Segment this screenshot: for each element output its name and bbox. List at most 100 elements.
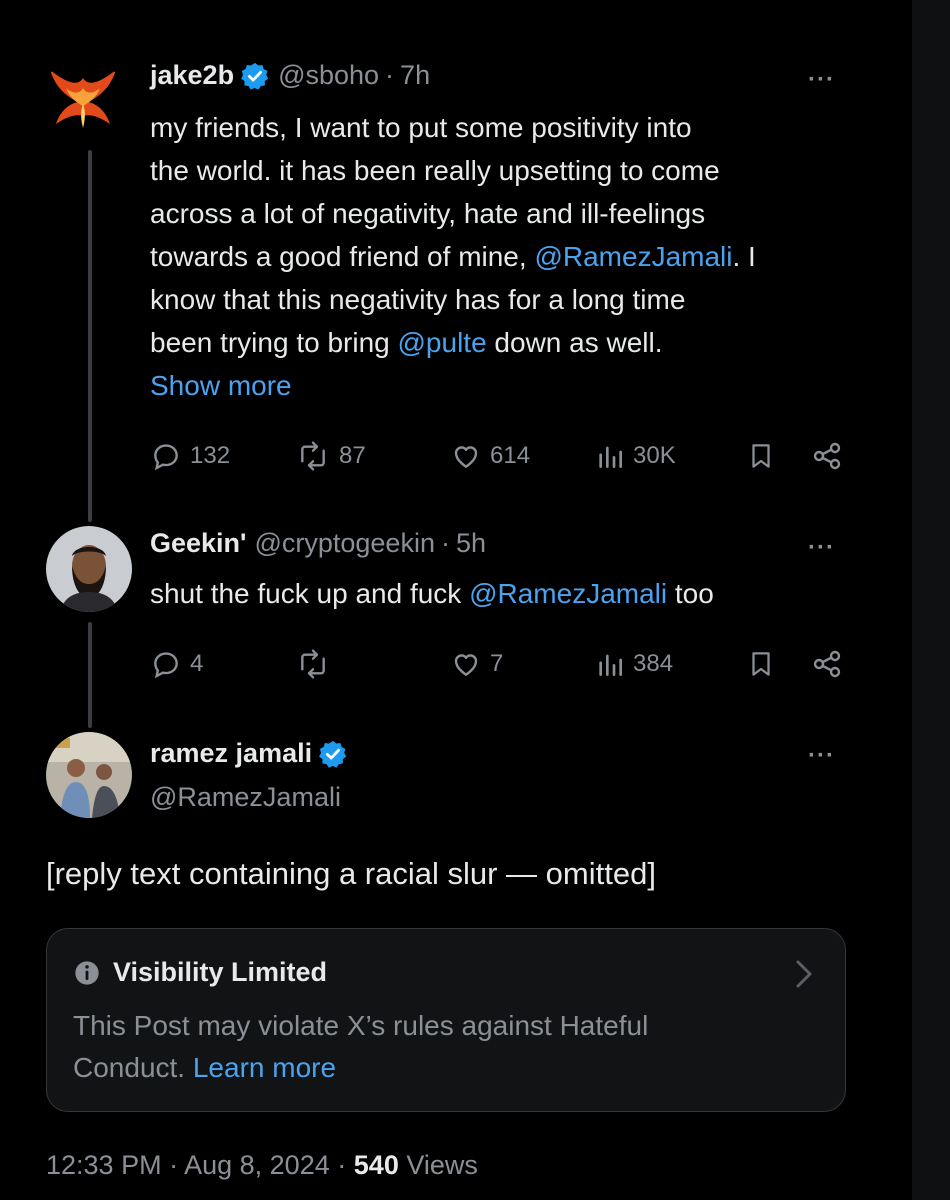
post-header: Geekin' @cryptogeekin · 5h — [150, 528, 486, 559]
like-count: 7 — [490, 650, 504, 677]
share-button[interactable] — [810, 436, 844, 476]
notice-title: Visibility Limited — [113, 957, 328, 987]
post-text-segment: across a lot of negativity, hate and ill… — [150, 198, 706, 229]
separator: · — [440, 528, 450, 558]
post-text-segment: . I — [732, 241, 756, 272]
learn-more-link[interactable]: Learn more — [193, 1052, 336, 1083]
post-text-segment: shut the fuck up and fuck — [150, 578, 470, 609]
reply-icon — [154, 652, 178, 679]
share-icon — [813, 442, 841, 470]
notice-body: This Post may violate X’s rules against … — [73, 1005, 648, 1089]
separator: · — [337, 1150, 347, 1180]
post-text-line: been trying to bring @pulte down as well… — [150, 321, 756, 364]
verified-badge-icon — [241, 62, 269, 90]
repost-icon — [301, 649, 325, 679]
visibility-limited-notice[interactable]: Visibility Limited This Post may violate… — [46, 928, 846, 1112]
post-text-segment: know that this negativity has for a long… — [150, 284, 686, 315]
post-text-line: know that this negativity has for a long… — [150, 278, 756, 321]
author-name[interactable]: jake2b — [150, 60, 234, 91]
post-text-line: across a lot of negativity, hate and ill… — [150, 192, 756, 235]
like-icon — [454, 654, 478, 676]
views-label: Views — [406, 1150, 478, 1180]
chevron-right-icon — [796, 960, 812, 988]
author-name[interactable]: Geekin' — [150, 528, 246, 559]
post-text-line: towards a good friend of mine, @RamezJam… — [150, 235, 756, 278]
show-more-link[interactable]: Show more — [150, 364, 756, 407]
reply-count: 4 — [190, 650, 204, 677]
user-photo-icon — [46, 526, 132, 612]
like-button[interactable]: 614 — [450, 436, 530, 476]
post-text-segment: down as well. — [486, 327, 663, 358]
repost-button[interactable] — [295, 644, 331, 684]
post-text-segment: my friends, I want to put some positivit… — [150, 112, 692, 143]
post-text-line: my friends, I want to put some positivit… — [150, 106, 756, 149]
like-icon — [454, 446, 478, 468]
notice-title-row: Visibility Limited — [73, 957, 327, 988]
post-actions: 132 87 614 30K — [150, 436, 850, 476]
post-text: shut the fuck up and fuck @RamezJamali t… — [150, 572, 714, 615]
reply-button[interactable]: 4 — [150, 644, 203, 684]
reply-icon — [154, 444, 178, 471]
post-time[interactable]: 5h — [456, 528, 486, 559]
mention-link[interactable]: @RamezJamali — [534, 241, 732, 272]
repost-count: 87 — [339, 442, 366, 469]
author-name[interactable]: ramez jamali — [150, 738, 312, 769]
verified-badge-icon — [319, 740, 347, 768]
post-text-segment: the world. it has been really upsetting … — [150, 155, 720, 186]
post-text-segment: been trying to bring — [150, 327, 398, 358]
post-text-segment: too — [667, 578, 714, 609]
post-time[interactable]: 7h — [400, 60, 430, 91]
user-photo-icon — [46, 732, 132, 818]
views-icon — [599, 654, 623, 676]
bookmark-icon — [752, 444, 770, 468]
like-button[interactable]: 7 — [450, 644, 503, 684]
reply-count: 132 — [190, 442, 231, 469]
avatar-geekin[interactable] — [46, 526, 132, 612]
bookmark-button[interactable] — [746, 644, 776, 684]
thread-line — [88, 150, 92, 522]
share-button[interactable] — [810, 644, 844, 684]
post-date[interactable]: Aug 8, 2024 — [184, 1150, 330, 1180]
notice-body-line: Conduct. Learn more — [73, 1047, 648, 1089]
phoenix-logo-icon — [40, 58, 126, 144]
thread-line — [88, 622, 92, 728]
like-count: 614 — [490, 442, 531, 469]
views-button[interactable]: 384 — [595, 644, 673, 684]
page-scrollbar-area — [912, 0, 950, 1200]
notice-body-text: Conduct. — [73, 1052, 186, 1083]
views-count: 30K — [633, 442, 676, 469]
post-text-segment: towards a good friend of mine, — [150, 241, 535, 272]
bookmark-button[interactable] — [746, 436, 776, 476]
views-icon — [599, 446, 623, 468]
reply-button[interactable]: 132 — [150, 436, 230, 476]
separator: · — [385, 60, 395, 90]
views-button[interactable]: 30K — [595, 436, 676, 476]
author-handle[interactable]: @RamezJamali — [150, 782, 341, 813]
views-count: 384 — [633, 650, 674, 677]
bookmark-icon — [752, 652, 770, 676]
share-icon — [813, 650, 841, 678]
post-text: my friends, I want to put some positivit… — [150, 106, 756, 407]
post-time[interactable]: 12:33 PM — [46, 1150, 162, 1180]
post-actions: 4 7 384 — [150, 644, 850, 684]
post-header: ramez jamali — [150, 738, 348, 769]
repost-icon — [301, 441, 325, 471]
post-header: jake2b @sboho · 7h — [150, 60, 430, 91]
post-metadata: 12:33 PM · Aug 8, 2024 · 540 Views — [46, 1150, 478, 1181]
more-options-button[interactable]: ··· — [808, 66, 835, 94]
repost-button[interactable]: 87 — [295, 436, 366, 476]
main-post-text: [reply text containing a racial slur — o… — [46, 856, 656, 891]
more-options-button[interactable]: ··· — [808, 534, 835, 562]
mention-link[interactable]: @pulte — [398, 327, 487, 358]
post-text-line: the world. it has been really upsetting … — [150, 149, 756, 192]
author-handle[interactable]: @sboho — [278, 60, 379, 91]
post-text-line: shut the fuck up and fuck @RamezJamali t… — [150, 572, 714, 615]
views-count: 540 — [353, 1150, 399, 1180]
avatar-ramez-jamali[interactable] — [46, 732, 132, 818]
notice-body-line: This Post may violate X’s rules against … — [73, 1010, 649, 1041]
author-handle[interactable]: @cryptogeekin — [254, 528, 435, 559]
info-icon — [75, 960, 99, 985]
more-options-button[interactable]: ··· — [808, 742, 835, 770]
avatar-jake2b[interactable] — [40, 58, 126, 144]
mention-link[interactable]: @RamezJamali — [469, 578, 667, 609]
